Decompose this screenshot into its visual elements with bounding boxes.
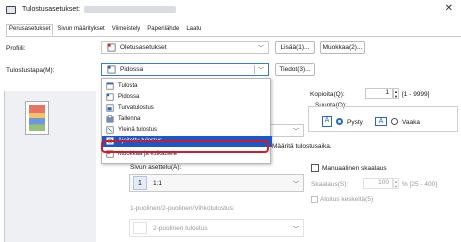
dropdown-item-store[interactable]: Tallenna — [102, 114, 272, 125]
landscape-preview: A — [375, 117, 387, 126]
landscape-label: Vaaka — [402, 119, 420, 126]
copies-label: Kopioita(Q): — [310, 91, 345, 98]
lock-icon — [106, 104, 114, 112]
layout-icon: 1 — [133, 176, 147, 190]
duplex-select[interactable]: 2-puolinen tulostus ﹀ — [129, 219, 304, 237]
chevron-down-icon: ﹀ — [292, 181, 299, 188]
print-icon — [106, 82, 114, 90]
profile-value: Oletusasetukset — [120, 44, 167, 51]
tab-basic-settings[interactable]: Perusasetukset — [6, 24, 54, 36]
profile-label: Profiili: — [6, 45, 26, 52]
close-icon[interactable]: ✕ — [445, 3, 453, 14]
scale-label: Skaalaus(S): — [311, 181, 349, 188]
copies-stepper[interactable]: ▲ ▼ — [393, 88, 399, 99]
hold-icon — [107, 65, 116, 74]
poster-center-checkbox[interactable] — [311, 196, 318, 203]
printer-icon — [6, 5, 16, 14]
edit-profile-button[interactable]: Muokkaa(2)... — [320, 41, 365, 54]
tab-paper-source[interactable]: Paperilähde — [144, 24, 183, 36]
tab-bar: Perusasetukset Sivun määritykset Viimeis… — [6, 24, 205, 36]
page-preview-panel — [4, 91, 96, 242]
title-bar: Tulostusasetukset: ✕ — [0, 0, 461, 19]
portrait-preview: A — [322, 116, 332, 127]
page-preview — [25, 101, 49, 135]
chevron-down-icon: ﹀ — [253, 65, 264, 74]
printer-name-redacted — [84, 6, 177, 13]
profile-icon — [107, 43, 116, 52]
output-method-label: Tulostustapa(M): — [6, 67, 55, 74]
details-button[interactable]: Tiedot(3)... — [275, 63, 315, 76]
landscape-radio[interactable] — [391, 118, 398, 125]
store-icon — [106, 115, 114, 123]
hint-text: Määritä tulostusaika. — [272, 143, 332, 150]
duplex-label: 1-puolinen/2-puolinen/Vihkotulostus: — [130, 205, 235, 212]
scale-range: % [25 - 400] — [402, 181, 438, 188]
output-method-value: Pidossa — [120, 66, 144, 73]
page-layout-value: 1:1 — [153, 179, 163, 187]
scale-stepper[interactable]: ▲ ▼ — [393, 178, 399, 189]
page-layout-label: Sivun asettelu(A): — [130, 164, 182, 171]
duplex-value: 2-puolinen tulostus — [153, 224, 208, 232]
manual-scale-label: Manuaalinen skaalaus — [322, 165, 387, 172]
page-layout-select[interactable]: 1 1:1 ﹀ — [129, 174, 304, 192]
copies-input[interactable]: 1 — [365, 88, 393, 99]
portrait-label: Pysty — [347, 119, 363, 126]
poster-center-label: Aloitus keskeltä(5) — [320, 196, 374, 203]
hold-icon — [106, 93, 114, 101]
output-method-select[interactable]: Pidossa ﹀ — [101, 63, 269, 76]
profile-select[interactable]: Oletusasetukset ﹀ — [101, 41, 269, 54]
highlight-scheduled-print — [101, 140, 269, 153]
tab-quality[interactable]: Laatu — [183, 24, 205, 36]
add-profile-button[interactable]: Lisää(1)... — [275, 41, 315, 54]
tab-page-setup[interactable]: Sivun määritykset — [54, 24, 108, 36]
tab-divider — [6, 36, 461, 37]
dropdown-item-hold[interactable]: Pidossa — [102, 92, 272, 103]
dropdown-item-shared-print[interactable]: Yleinä tulostus — [102, 125, 272, 136]
scale-input[interactable]: 100 — [363, 178, 393, 189]
manual-scale-checkbox[interactable] — [311, 164, 319, 172]
chevron-down-icon: ﹀ — [292, 129, 299, 135]
window-title: Tulostusasetukset: — [22, 6, 81, 13]
shared-print-icon — [106, 126, 114, 134]
portrait-radio[interactable] — [336, 118, 343, 125]
tab-finishing[interactable]: Viimeistely — [108, 24, 144, 36]
chevron-down-icon: ﹀ — [257, 46, 264, 52]
chevron-down-icon: ﹀ — [292, 226, 299, 233]
dropdown-item-secure-print[interactable]: Turvatulostus — [102, 103, 272, 114]
duplex-icon — [133, 222, 147, 234]
dropdown-item-print[interactable]: Tulosta — [102, 81, 272, 92]
copies-range: [1 - 9999] — [402, 91, 430, 98]
